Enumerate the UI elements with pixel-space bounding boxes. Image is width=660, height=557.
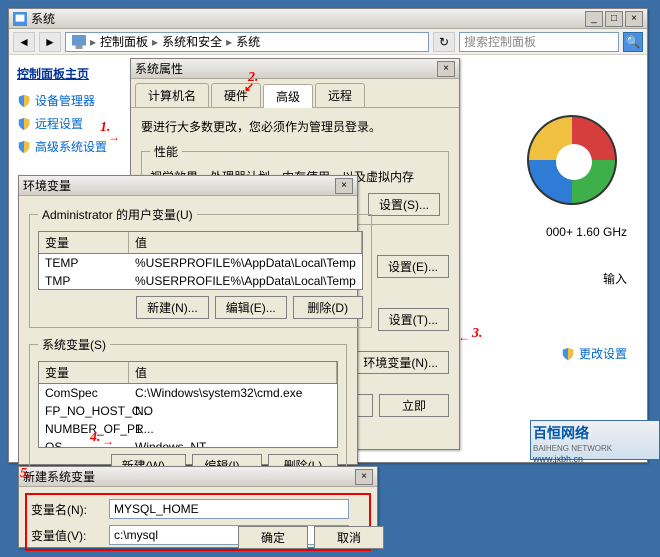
dialog-title: 环境变量	[23, 177, 335, 194]
list-row: TEMP%USERPROFILE%\AppData\Local\Temp	[39, 254, 362, 272]
ok-button[interactable]: 确定	[238, 526, 308, 549]
titlebar: 系统 _ □ ×	[9, 9, 647, 29]
list-row: NUMBER_OF_PR...1	[39, 420, 337, 438]
close-button[interactable]: ×	[625, 11, 643, 27]
tab-advanced[interactable]: 高级	[263, 84, 313, 108]
edit-user-var-button[interactable]: 编辑(E)...	[215, 296, 287, 319]
annotation-4: 4.	[90, 430, 101, 446]
var-val-label: 变量值(V):	[31, 527, 101, 544]
arrow-icon: ←	[458, 330, 470, 344]
annotation-3: 3.	[472, 326, 483, 342]
list-header: 变量 值	[38, 361, 338, 384]
user-vars-group: Administrator 的用户变量(U) 变量 值 TEMP%USERPRO…	[29, 206, 372, 328]
sidebar-item-device-manager[interactable]: 设备管理器	[17, 92, 111, 109]
maximize-button[interactable]: □	[605, 11, 623, 27]
toolbar: ◄ ► ▸ 控制面板 ▸ 系统和安全 ▸ 系统 ↻ 搜索控制面板 🔍	[9, 29, 647, 55]
new-user-var-button[interactable]: 新建(N)...	[136, 296, 209, 319]
system-icon	[13, 12, 27, 26]
titlebar: 新建系统变量 ×	[19, 467, 377, 487]
perf-settings-button[interactable]: 设置(S)...	[368, 193, 440, 216]
settings-e-button[interactable]: 设置(E)...	[377, 255, 449, 278]
sys-vars-list[interactable]: ComSpecC:\Windows\system32\cmd.exe FP_NO…	[38, 384, 338, 448]
refresh-button[interactable]: ↻	[433, 32, 455, 52]
var-name-input[interactable]	[109, 499, 349, 519]
input-label: 输入	[603, 270, 627, 287]
tabs: 计算机名 硬件 高级 远程	[131, 79, 459, 108]
search-button[interactable]: 🔍	[623, 32, 643, 52]
close-button[interactable]: ×	[437, 61, 455, 77]
tab-computer-name[interactable]: 计算机名	[135, 83, 209, 107]
close-button[interactable]: ×	[355, 469, 373, 485]
forward-button[interactable]: ►	[39, 32, 61, 52]
admin-note: 要进行大多数更改，您必须作为管理员登录。	[141, 118, 449, 135]
promo-banner: 百恒网络 BAIHENG NETWORK www.jxbh.cn	[530, 420, 660, 460]
titlebar: 系统属性 ×	[131, 59, 459, 79]
minimize-button[interactable]: _	[585, 11, 603, 27]
shield-icon	[17, 140, 31, 154]
list-header: 变量 值	[38, 231, 363, 254]
new-var-buttons: 确定 取消	[238, 526, 384, 549]
crumb-2[interactable]: 系统和安全	[162, 33, 222, 50]
back-button[interactable]: ◄	[13, 32, 35, 52]
arrow-icon: →	[102, 434, 114, 448]
sidebar-item-advanced[interactable]: 高级系统设置	[17, 138, 111, 155]
search-input[interactable]: 搜索控制面板	[459, 32, 619, 52]
sidebar-item-remote[interactable]: 远程设置	[17, 115, 111, 132]
dialog-title: 新建系统变量	[23, 468, 355, 485]
windows-logo	[527, 115, 617, 205]
settings-t-button[interactable]: 设置(T)...	[378, 308, 449, 331]
shield-icon	[17, 117, 31, 131]
apply-button[interactable]: 立即	[379, 394, 449, 417]
computer-icon	[72, 35, 86, 49]
list-row: ComSpecC:\Windows\system32\cmd.exe	[39, 384, 337, 402]
crumb-3[interactable]: 系统	[236, 33, 260, 50]
cancel-button[interactable]: 取消	[314, 526, 384, 549]
env-vars-dialog: 环境变量 × Administrator 的用户变量(U) 变量 值 TEMP%…	[18, 175, 358, 465]
tab-remote[interactable]: 远程	[315, 83, 365, 107]
arrow-icon: →	[108, 130, 120, 144]
user-vars-list[interactable]: TEMP%USERPROFILE%\AppData\Local\Temp TMP…	[38, 254, 363, 290]
shield-icon	[17, 94, 31, 108]
arrow-icon: ↙	[244, 80, 254, 94]
list-row: FP_NO_HOST_C...NO	[39, 402, 337, 420]
dialog-title: 系统属性	[135, 60, 437, 77]
list-row: TMP%USERPROFILE%\AppData\Local\Temp	[39, 272, 362, 290]
window-title: 系统	[31, 10, 585, 27]
change-settings-link[interactable]: 更改设置	[561, 345, 627, 362]
crumb-1[interactable]: 控制面板	[100, 33, 148, 50]
shield-icon	[561, 347, 575, 361]
close-button[interactable]: ×	[335, 178, 353, 194]
list-row: OSWindows_NT	[39, 438, 337, 448]
sidebar-title[interactable]: 控制面板主页	[17, 65, 111, 82]
cpu-info: 000+ 1.60 GHz	[546, 225, 627, 239]
titlebar: 环境变量 ×	[19, 176, 357, 196]
delete-user-var-button[interactable]: 删除(D)	[293, 296, 363, 319]
breadcrumb[interactable]: ▸ 控制面板 ▸ 系统和安全 ▸ 系统	[65, 32, 429, 52]
sys-vars-group: 系统变量(S) 变量 值 ComSpecC:\Windows\system32\…	[29, 336, 347, 486]
annotation-5: 5.	[20, 466, 31, 482]
var-name-label: 变量名(N):	[31, 501, 101, 518]
env-vars-button[interactable]: 环境变量(N)...	[352, 351, 449, 374]
